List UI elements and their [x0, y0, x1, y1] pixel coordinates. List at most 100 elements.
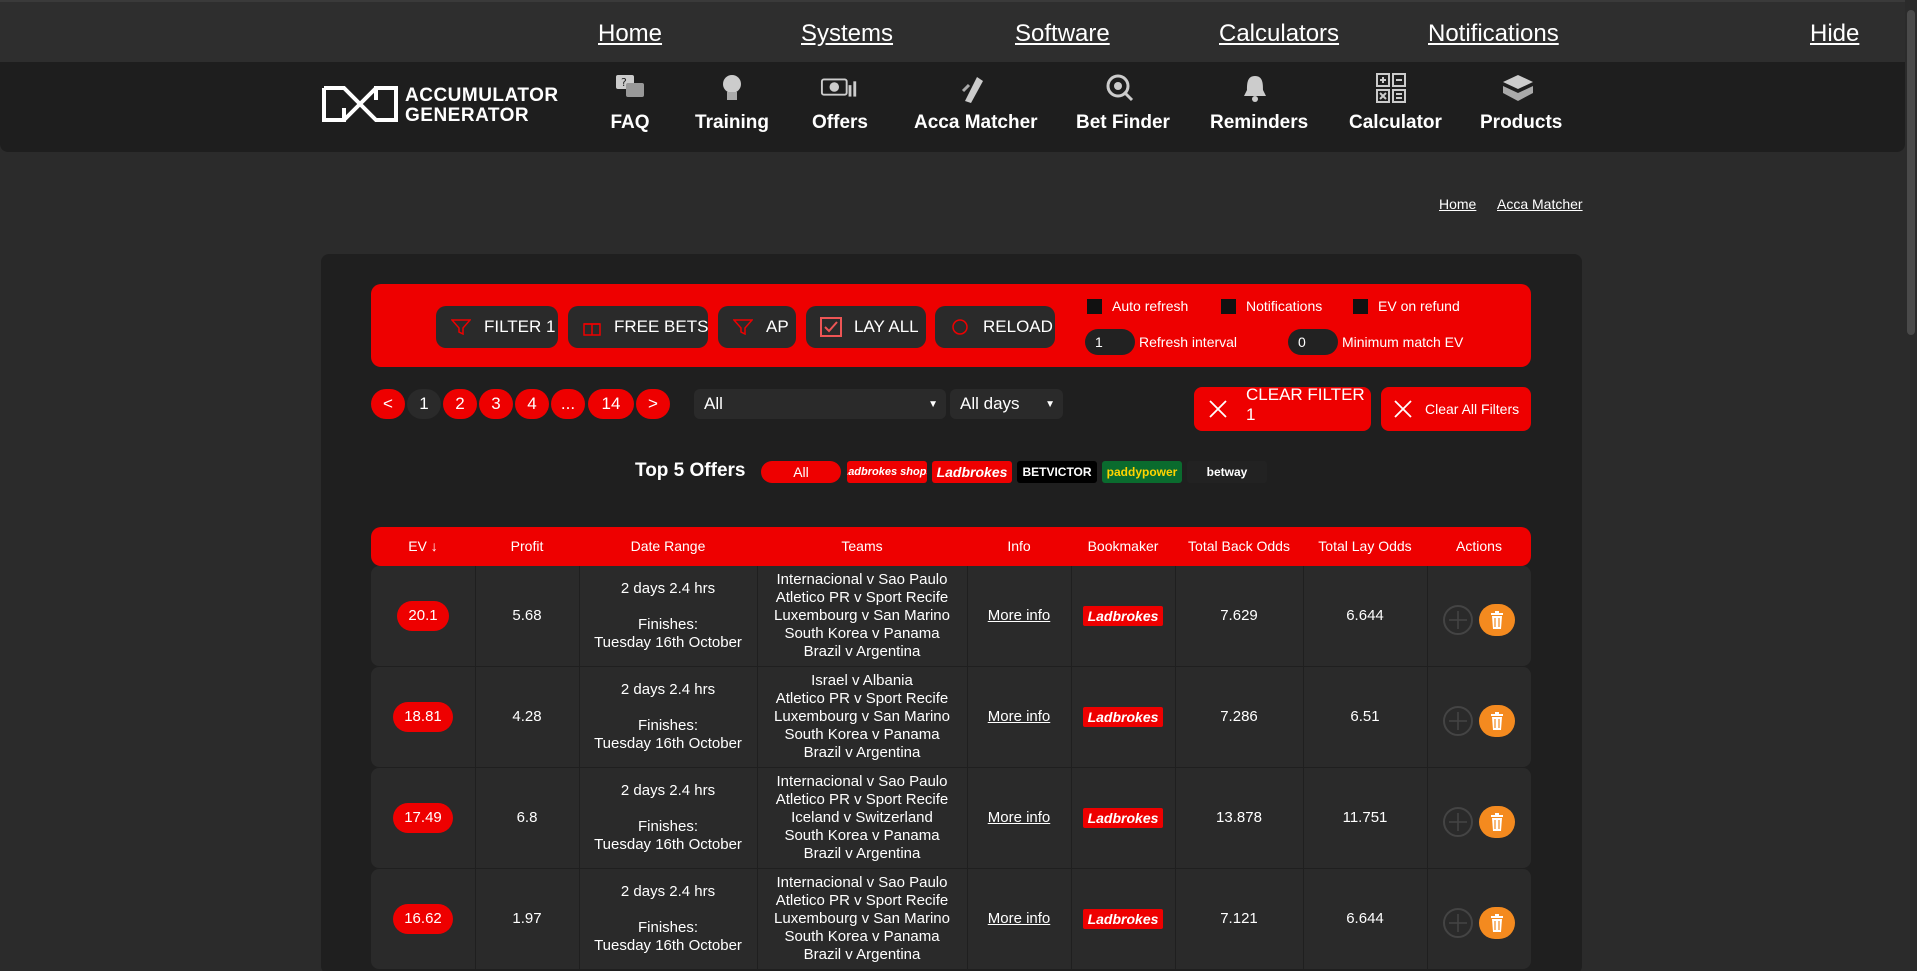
lay-odds-cell: 6.51: [1350, 708, 1380, 725]
topnav-notifications-link[interactable]: Notifications: [1428, 20, 1559, 48]
calculator-icon[interactable]: [1443, 605, 1473, 635]
pagination-next[interactable]: >: [636, 389, 670, 419]
pagination-prev[interactable]: <: [371, 389, 405, 419]
calculator-icon: [1371, 68, 1411, 108]
ev-cell: 17.49: [371, 768, 475, 868]
ev-badge: 20.1: [397, 601, 449, 631]
filter-icon: [450, 317, 472, 337]
delete-button[interactable]: [1479, 705, 1515, 737]
table-header: EV ↓ Profit Date Range Teams Info Bookma…: [371, 527, 1531, 566]
logo-line-2: GENERATOR: [405, 105, 530, 126]
calculator-icon[interactable]: [1443, 706, 1473, 736]
topnav-systems-link[interactable]: Systems: [801, 20, 893, 48]
team-match: South Korea v Panama: [784, 827, 940, 844]
date-finishes-value: Tuesday 16th October: [594, 634, 742, 651]
nav-item-reminders[interactable]: Reminders: [1210, 68, 1308, 134]
back-odds-cell: 7.121: [1220, 910, 1258, 927]
team-match: South Korea v Panama: [784, 726, 940, 743]
checkbox-box[interactable]: [1353, 298, 1368, 314]
breadcrumb-home-link[interactable]: Home: [1439, 196, 1476, 212]
column-header-actions: Actions: [1456, 538, 1502, 554]
column-header-profit[interactable]: Profit: [475, 538, 579, 554]
topnav-home-link[interactable]: Home: [598, 20, 662, 48]
info-cell: More info: [967, 768, 1071, 868]
refresh-interval-input[interactable]: 1: [1085, 329, 1135, 355]
column-header-total-lay-odds[interactable]: Total Lay Odds: [1303, 538, 1427, 554]
toolbar: FILTER 1 FREE BETS AP LAY ALL RELOAD Aut…: [371, 284, 1531, 367]
nav-item-training[interactable]: Training: [692, 68, 772, 134]
auto-refresh-checkbox[interactable]: Auto refresh: [1087, 298, 1188, 314]
days-select[interactable]: All days ▼: [950, 389, 1063, 419]
profit-cell: 1.97: [512, 910, 542, 927]
top5-offer-ladbrokes[interactable]: Ladbrokes: [932, 461, 1012, 483]
ap-button[interactable]: AP: [718, 306, 796, 348]
pagination-page[interactable]: 14: [588, 389, 634, 419]
reload-button[interactable]: RELOAD: [935, 306, 1055, 348]
nav-item-offers[interactable]: Offers: [811, 68, 869, 134]
column-header-bookmaker[interactable]: Bookmaker: [1071, 538, 1175, 554]
checkbox-box[interactable]: [1087, 298, 1102, 314]
trash-icon: [1490, 813, 1504, 831]
trash-icon: [1490, 611, 1504, 629]
calculator-icon[interactable]: [1443, 908, 1473, 938]
column-header-date-range[interactable]: Date Range: [579, 538, 757, 554]
more-info-link[interactable]: More info: [988, 809, 1051, 827]
top5-title: Top 5 Offers: [635, 460, 746, 481]
calculator-icon[interactable]: [1443, 807, 1473, 837]
more-info-link[interactable]: More info: [988, 910, 1051, 928]
pagination-page[interactable]: 3: [479, 389, 513, 419]
topnav-software-link[interactable]: Software: [1015, 20, 1110, 48]
bookmaker-select[interactable]: All ▼: [694, 389, 946, 419]
delete-button[interactable]: [1479, 907, 1515, 939]
nav-item-faq[interactable]: ? FAQ: [605, 68, 655, 134]
team-match: Internacional v Sao Paulo: [776, 571, 948, 588]
filter-button[interactable]: FILTER 1: [436, 306, 558, 348]
top5-offer-betway[interactable]: betway: [1187, 461, 1267, 483]
topnav-calculators-link[interactable]: Calculators: [1219, 20, 1339, 48]
breadcrumb-current[interactable]: Acca Matcher: [1497, 196, 1583, 212]
ev-cell: 18.81: [371, 667, 475, 767]
profit-cell: 6.8: [516, 809, 538, 826]
team-match: Internacional v Sao Paulo: [776, 773, 948, 790]
more-info-link[interactable]: More info: [988, 708, 1051, 726]
page-scrollbar-thumb[interactable]: [1907, 10, 1915, 335]
column-header-teams[interactable]: Teams: [757, 538, 967, 554]
nav-item-calculator[interactable]: Calculator: [1349, 68, 1442, 134]
ev-on-refund-checkbox[interactable]: EV on refund: [1353, 298, 1460, 314]
column-header-total-back-odds[interactable]: Total Back Odds: [1175, 538, 1303, 554]
clear-filter-button[interactable]: CLEAR FILTER 1: [1194, 385, 1371, 431]
pagination-page[interactable]: 4: [515, 389, 549, 419]
top5-offer-paddypower[interactable]: paddypower: [1102, 461, 1182, 483]
team-match: South Korea v Panama: [784, 625, 940, 642]
date-finishes-label: Finishes:: [637, 818, 699, 835]
notifications-checkbox[interactable]: Notifications: [1221, 298, 1322, 314]
free-bets-button[interactable]: FREE BETS: [568, 306, 708, 348]
delete-button[interactable]: [1479, 604, 1515, 636]
clear-all-filters-button[interactable]: Clear All Filters: [1381, 387, 1531, 431]
column-header-info[interactable]: Info: [967, 538, 1071, 554]
min-match-ev-input[interactable]: 0: [1288, 329, 1338, 355]
date-finishes-value: Tuesday 16th October: [594, 735, 742, 752]
nav-item-products[interactable]: Products: [1480, 68, 1562, 134]
top5-offer-betvictor[interactable]: BETVICTOR: [1017, 461, 1097, 483]
lay-all-button[interactable]: LAY ALL: [806, 306, 926, 348]
checkbox-box[interactable]: [1221, 298, 1236, 314]
nav-item-bet-finder[interactable]: Bet Finder: [1076, 68, 1170, 134]
nav-item-label: FAQ: [610, 112, 650, 133]
more-info-link[interactable]: More info: [988, 607, 1051, 625]
top5-offer-ladbrokes-shops[interactable]: Ladbrokes shops: [847, 461, 927, 483]
bookmaker-logo: Ladbrokes: [1083, 808, 1163, 828]
nav-item-acca-matcher[interactable]: Acca Matcher: [914, 68, 1038, 134]
notifications-label: Notifications: [1246, 298, 1323, 314]
team-match: Israel v Albania: [811, 672, 913, 689]
topnav-hide-link[interactable]: Hide: [1810, 20, 1859, 48]
delete-button[interactable]: [1479, 806, 1515, 838]
site-logo[interactable]: ACCUMULATOR GENERATOR: [320, 82, 560, 128]
pagination-page[interactable]: 1: [407, 389, 441, 419]
lay-odds-cell: 6.644: [1346, 607, 1384, 624]
pagination-page[interactable]: 2: [443, 389, 477, 419]
logo-icon: [322, 86, 398, 122]
top5-all-button[interactable]: All: [761, 461, 841, 483]
date-range-cell: 2 days 2.4 hrs Finishes: Tuesday 16th Octo…: [579, 768, 757, 868]
column-header-ev[interactable]: EV ↓: [371, 538, 475, 554]
